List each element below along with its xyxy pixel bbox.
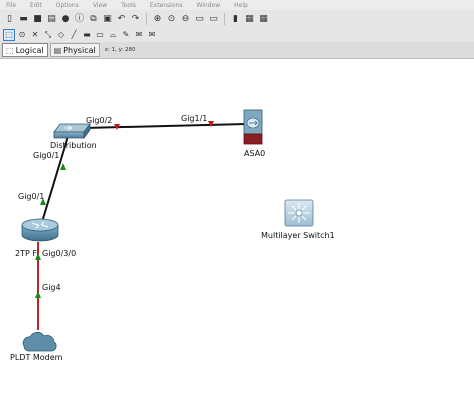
- select-icon[interactable]: ⬚: [3, 29, 15, 41]
- toolbar-separator: [146, 13, 147, 25]
- draw-line-icon[interactable]: ╱: [69, 30, 79, 40]
- menu-tools[interactable]: Tools: [121, 2, 136, 9]
- link-status-up-dist-gig01: [60, 163, 66, 170]
- phone-icon[interactable]: ▮: [230, 14, 241, 25]
- redo-icon[interactable]: ↷: [130, 14, 141, 25]
- router-icon[interactable]: [21, 218, 59, 242]
- menu-extensions[interactable]: Extensions: [150, 2, 183, 9]
- monitor-icon[interactable]: ▦: [244, 14, 255, 25]
- link-status-up-modem-gig4: [35, 291, 41, 298]
- logical-workspace-canvas[interactable]: Distribution ASA0 Multilayer Switch1 2TP…: [0, 60, 474, 416]
- multilayer-switch1-label: Multilayer Switch1: [261, 231, 335, 240]
- menu-help[interactable]: Help: [234, 2, 248, 9]
- toolbar-separator: [224, 13, 225, 25]
- drawing-palette-icon[interactable]: ▭: [194, 14, 205, 25]
- zoom-reset-icon[interactable]: ⊙: [166, 14, 177, 25]
- zoom-out-icon[interactable]: ⊖: [180, 14, 191, 25]
- save-icon[interactable]: ■: [32, 14, 43, 25]
- new-file-icon[interactable]: ▯: [4, 14, 15, 25]
- port-label-modem-gig4: Gig4: [42, 283, 61, 292]
- tab-physical[interactable]: ▤ Physical: [49, 43, 100, 57]
- distribution-switch-icon[interactable]: [53, 122, 91, 140]
- menu-file[interactable]: File: [6, 2, 16, 9]
- cursor-coordinates: x: 1, y: 280: [104, 47, 136, 53]
- tab-logical-label: Logical: [15, 45, 44, 55]
- edit-toolbar: ⬚ ⊙ ✕ ⤡ ◇ ╱ ▬ ▭ ⌓ ✎ ✉ ✉: [0, 28, 474, 42]
- menu-window[interactable]: Window: [196, 2, 220, 9]
- draw-freeform-icon[interactable]: ⌓: [108, 30, 118, 40]
- port-label-router-gig01: Gig0/1: [18, 192, 45, 201]
- draw-rectangle-icon[interactable]: ▬: [82, 30, 92, 40]
- topology-drawing: [21, 109, 314, 352]
- asa0-label: ASA0: [244, 149, 266, 158]
- custom-devices-icon[interactable]: ▭: [208, 14, 219, 25]
- note-icon[interactable]: ◇: [56, 30, 66, 40]
- port-label-dist-gig02: Gig0/2: [86, 116, 113, 125]
- packet-tracer-window: File Edit Options View Tools Extensions …: [0, 0, 474, 416]
- port-label-asa-gig11: Gig1/1: [181, 114, 208, 123]
- port-label-dist-gig01: Gig0/1: [33, 151, 60, 160]
- network-info-icon[interactable]: ⓘ: [74, 14, 85, 25]
- resize-icon[interactable]: ⤡: [43, 30, 53, 40]
- tab-logical[interactable]: ⬚ Logical: [2, 43, 48, 57]
- menu-edit[interactable]: Edit: [30, 2, 42, 9]
- menu-options[interactable]: Options: [56, 2, 79, 9]
- tab-physical-label: Physical: [63, 45, 96, 55]
- copy-icon[interactable]: ⧉: [88, 14, 99, 25]
- menu-bar: File Edit Options View Tools Extensions …: [0, 0, 474, 10]
- pen-icon[interactable]: ✎: [121, 30, 131, 40]
- port-label-router-gig030: Gig0/3/0: [42, 249, 77, 258]
- pldt-modem-cloud-icon[interactable]: [22, 331, 57, 352]
- chart-icon[interactable]: ▦: [258, 14, 269, 25]
- delete-icon[interactable]: ✕: [30, 30, 40, 40]
- add-complex-pdu-icon[interactable]: ✉: [147, 30, 157, 40]
- distribution-label: Distribution: [50, 141, 97, 150]
- asa-firewall-icon[interactable]: [243, 109, 263, 145]
- open-folder-icon[interactable]: ▬: [18, 14, 29, 25]
- menu-view[interactable]: View: [93, 2, 107, 9]
- add-pdu-icon[interactable]: ✉: [134, 30, 144, 40]
- undo-icon[interactable]: ↶: [116, 14, 127, 25]
- zoom-in-icon[interactable]: ⊕: [152, 14, 163, 25]
- print-icon[interactable]: ▤: [46, 14, 57, 25]
- inspect-icon[interactable]: ⊙: [17, 30, 27, 40]
- main-toolbar: ▯ ▬ ■ ▤ ● ⓘ ⧉ ▣ ↶ ↷ ⊕ ⊙ ⊖ ▭ ▭ ▮ ▦ ▦: [0, 10, 474, 28]
- draw-ellipse-icon[interactable]: ▭: [95, 30, 105, 40]
- activity-wizard-icon[interactable]: ●: [60, 14, 71, 25]
- physical-view-icon: ▤: [53, 45, 62, 55]
- workspace-tabs: ⬚ Logical ▤ Physical x: 1, y: 280: [0, 42, 474, 59]
- pldt-modem-label: PLDT Modem: [10, 353, 63, 362]
- paste-icon[interactable]: ▣: [102, 14, 113, 25]
- logical-view-icon: ⬚: [6, 45, 14, 55]
- multilayer-switch-icon[interactable]: [284, 199, 314, 227]
- router-label: 2TP F: [15, 249, 37, 258]
